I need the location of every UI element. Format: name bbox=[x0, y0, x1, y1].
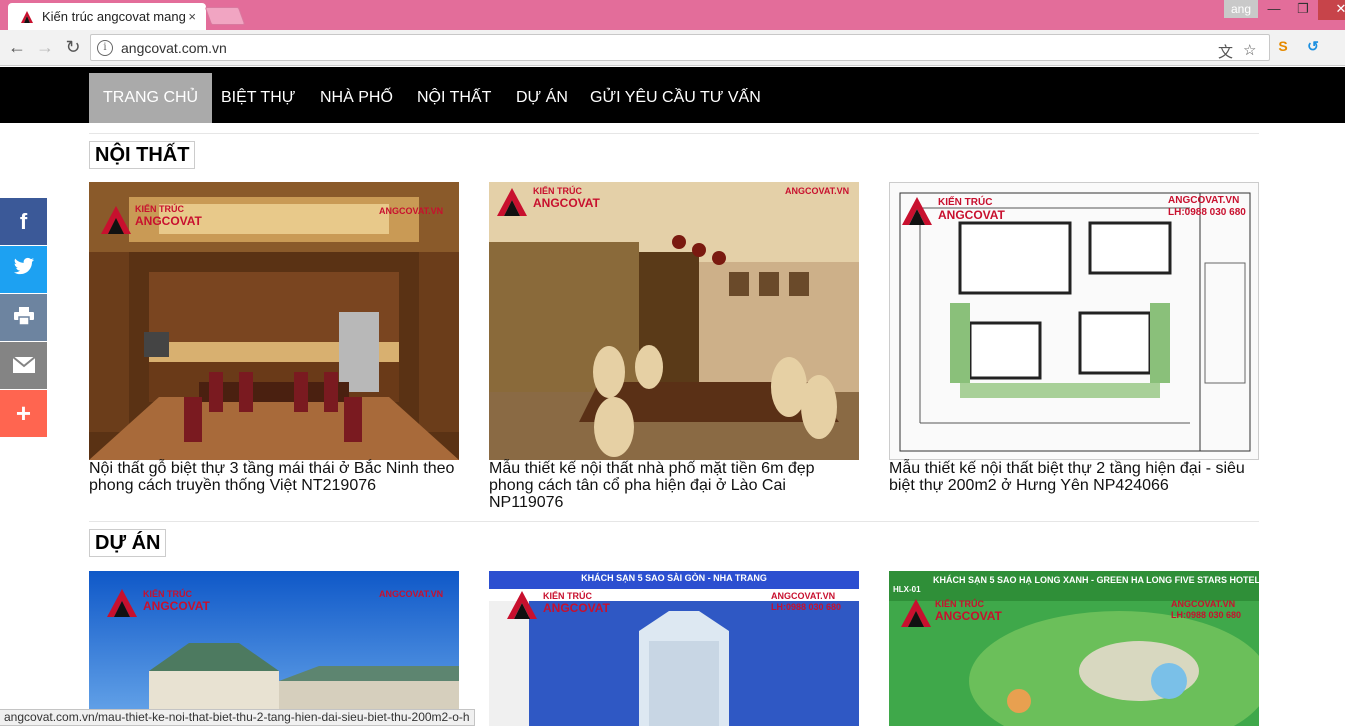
restore-icon[interactable]: ❐ bbox=[1289, 0, 1317, 20]
tab-close-icon[interactable]: × bbox=[188, 9, 196, 24]
nav-item-du-an[interactable]: DỰ ÁN bbox=[502, 73, 582, 123]
project-banner-3: KHÁCH SẠN 5 SAO HẠ LONG XANH - GREEN HA … bbox=[933, 575, 1259, 585]
browser-titlebar: Kiến trúc angcovat mang × ang — ❐ ✕ bbox=[0, 0, 1345, 30]
watermark-brand-line1: KIẾN TRÚC bbox=[935, 599, 984, 609]
watermark-brand: ANGCOVAT bbox=[543, 601, 610, 615]
project-image-2[interactable]: KHÁCH SẠN 5 SAO SÀI GÒN - NHA TRANG KIẾN… bbox=[489, 571, 859, 726]
section-divider bbox=[89, 133, 1259, 134]
watermark-brand-line1: KIẾN TRÚC bbox=[543, 591, 592, 601]
status-bar-url: angcovat.com.vn/mau-thiet-ke-noi-that-bi… bbox=[0, 709, 475, 726]
watermark-phone: LH:0988 030 680 bbox=[1168, 207, 1246, 218]
new-tab-button[interactable] bbox=[204, 7, 246, 25]
watermark-site: ANGCOVAT.VN bbox=[379, 206, 444, 216]
angcovat-logo-icon bbox=[105, 587, 139, 619]
section-title-du-an: DỰ ÁN bbox=[89, 529, 167, 557]
watermark-site: ANGCOVAT.VN bbox=[1168, 195, 1240, 206]
watermark-brand: ANGCOVAT bbox=[143, 599, 210, 613]
watermark-brand: ANGCOVAT bbox=[135, 214, 202, 228]
share-more-button[interactable]: + bbox=[0, 390, 47, 437]
facebook-icon: f bbox=[19, 208, 28, 234]
share-twitter-button[interactable] bbox=[0, 246, 47, 293]
email-icon bbox=[11, 353, 36, 379]
back-icon[interactable]: ← bbox=[7, 38, 27, 56]
angcovat-logo-icon bbox=[900, 195, 934, 227]
share-print-button[interactable] bbox=[0, 294, 47, 341]
project-image-1[interactable]: KIẾN TRÚC ANGCOVAT ANGCOVAT.VN bbox=[89, 571, 459, 726]
translate-icon[interactable]: 文 bbox=[1218, 41, 1233, 62]
tab-title: Kiến trúc angcovat mang bbox=[42, 9, 186, 24]
watermark-brand-line1: KIẾN TRÚC bbox=[533, 186, 582, 196]
watermark-site: ANGCOVAT.VN bbox=[771, 591, 836, 601]
watermark-brand-line1: KIẾN TRÚC bbox=[143, 589, 192, 599]
url-text: angcovat.com.vn bbox=[121, 39, 227, 56]
forward-icon[interactable]: → bbox=[35, 38, 55, 56]
watermark-brand: ANGCOVAT bbox=[938, 208, 1005, 222]
section-divider bbox=[89, 521, 1259, 522]
project-image-3[interactable]: KHÁCH SẠN 5 SAO HẠ LONG XANH - GREEN HA … bbox=[889, 571, 1259, 726]
extension-2-icon[interactable]: ↺ bbox=[1303, 36, 1323, 56]
browser-tab[interactable]: Kiến trúc angcovat mang × bbox=[8, 3, 206, 30]
plus-icon: + bbox=[15, 398, 32, 428]
watermark-site: ANGCOVAT.VN bbox=[379, 589, 444, 599]
nav-item-gui-yeu-cau[interactable]: GỬI YÊU CẦU TƯ VẤN bbox=[576, 73, 775, 123]
nav-item-nha-pho[interactable]: NHÀ PHỐ bbox=[306, 73, 407, 123]
watermark-brand: ANGCOVAT bbox=[935, 609, 1002, 623]
card-image-3[interactable]: KIẾN TRÚC ANGCOVAT ANGCOVAT.VN LH:0988 0… bbox=[889, 182, 1259, 460]
url-input[interactable]: i angcovat.com.vn 文 ☆ bbox=[90, 34, 1270, 61]
card-caption-1[interactable]: Nội thất gỗ biệt thự 3 tầng mái thái ở B… bbox=[89, 460, 459, 494]
site-info-icon[interactable]: i bbox=[97, 39, 113, 56]
window-close-icon[interactable]: ✕ bbox=[1318, 0, 1345, 20]
print-icon bbox=[13, 305, 34, 331]
extension-icon[interactable]: S bbox=[1273, 36, 1293, 56]
reload-icon[interactable]: ↻ bbox=[63, 38, 83, 56]
watermark-phone: LH:0988 030 680 bbox=[771, 602, 842, 612]
watermark-site: ANGCOVAT.VN bbox=[1171, 599, 1236, 609]
share-facebook-button[interactable]: f bbox=[0, 198, 47, 245]
nav-item-noi-that[interactable]: NỘI THẤT bbox=[403, 73, 505, 123]
project-banner-2: KHÁCH SẠN 5 SAO SÀI GÒN - NHA TRANG bbox=[581, 573, 767, 583]
watermark-brand: ANGCOVAT bbox=[533, 196, 600, 210]
watermark-brand-line1: KIẾN TRÚC bbox=[938, 197, 993, 208]
nav-item-biet-thu[interactable]: BIỆT THỰ bbox=[207, 73, 309, 123]
card-caption-3[interactable]: Mẫu thiết kế nội thất biệt thự 2 tầng hi… bbox=[889, 460, 1259, 494]
section-title-noi-that: NỘI THẤT bbox=[89, 141, 196, 169]
address-bar: ← → ↻ i angcovat.com.vn 文 ☆ S ↺ bbox=[0, 30, 1345, 66]
card-image-1[interactable]: KIẾN TRÚC ANGCOVAT ANGCOVAT.VN bbox=[89, 182, 459, 460]
minimize-icon[interactable]: — bbox=[1260, 0, 1288, 20]
nav-item-trang-chu[interactable]: TRANG CHỦ bbox=[89, 73, 213, 123]
twitter-icon bbox=[13, 257, 35, 283]
site-navigation: TRANG CHỦ BIỆT THỰ NHÀ PHỐ NỘI THẤT DỰ Á… bbox=[0, 67, 1345, 123]
card-image-2[interactable]: KIẾN TRÚC ANGCOVAT ANGCOVAT.VN bbox=[489, 182, 859, 460]
bookmark-star-icon[interactable]: ☆ bbox=[1243, 41, 1256, 59]
angcovat-logo-icon bbox=[495, 186, 529, 218]
angcovat-logo-icon bbox=[899, 597, 933, 629]
angcovat-favicon-icon bbox=[20, 9, 34, 24]
card-caption-2[interactable]: Mẫu thiết kế nội thất nhà phố mặt tiền 6… bbox=[489, 460, 859, 511]
share-email-button[interactable] bbox=[0, 342, 47, 389]
project-code-3: HLX-01 bbox=[893, 585, 921, 594]
watermark-site: ANGCOVAT.VN bbox=[785, 186, 850, 196]
angcovat-logo-icon bbox=[99, 204, 133, 236]
watermark-phone: LH:0988 030 680 bbox=[1171, 610, 1242, 620]
profile-button[interactable]: ang bbox=[1224, 0, 1258, 18]
angcovat-logo-icon bbox=[505, 589, 539, 621]
watermark-brand-line1: KIẾN TRÚC bbox=[135, 204, 184, 214]
